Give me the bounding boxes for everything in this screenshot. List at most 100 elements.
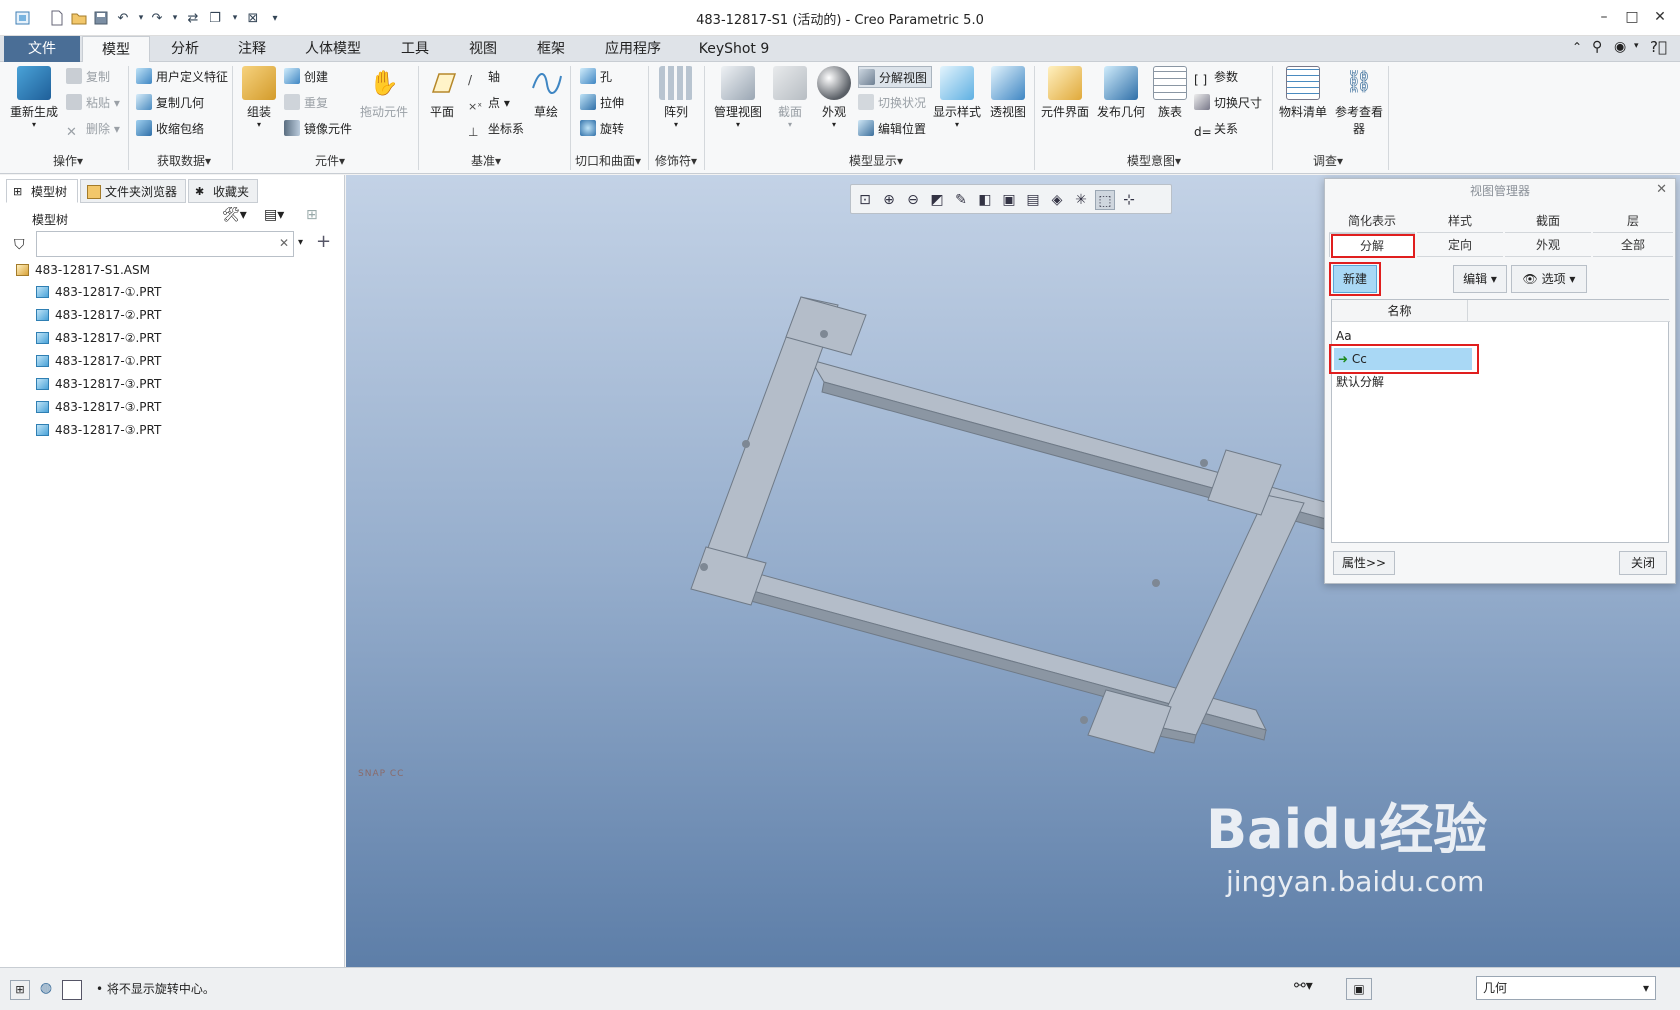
tree-item-part[interactable]: 483-12817-③.PRT	[36, 396, 161, 418]
tree-display-icon[interactable]: ▤▾	[264, 207, 284, 223]
tree-item-assembly[interactable]: 483-12817-S1.ASM	[16, 259, 150, 281]
help-icon[interactable]: ?⃝	[1650, 38, 1667, 56]
tab-style[interactable]: 样式	[1417, 209, 1503, 233]
zoom-in-icon[interactable]: ⊕	[879, 190, 899, 210]
section-button[interactable]: 截面 ▾	[770, 66, 810, 129]
copy-geometry-button[interactable]: 复制几何	[136, 92, 204, 114]
tab-manikin[interactable]: 人体模型	[286, 36, 380, 62]
community-dropdown-icon[interactable]: ▾	[1634, 41, 1639, 51]
group-model-display-label[interactable]: 模型显示▾	[836, 152, 916, 169]
revolve-button[interactable]: 旋转	[580, 118, 624, 140]
list-item-active[interactable]: ➜ Cc	[1334, 348, 1472, 370]
add-filter-icon[interactable]: +	[316, 231, 331, 252]
shrinkwrap-button[interactable]: 收缩包络	[136, 118, 204, 140]
tab-layers[interactable]: 层	[1593, 209, 1673, 233]
spin-icon[interactable]: ✎	[951, 190, 971, 210]
tab-applications[interactable]: 应用程序	[586, 36, 680, 62]
list-item[interactable]: Aa	[1336, 326, 1352, 346]
toggle-navigator-icon[interactable]: ⊞	[10, 980, 30, 1000]
close-button[interactable]: ✕	[1646, 6, 1674, 28]
plane-button[interactable]: 平面	[422, 66, 462, 120]
tree-search-input[interactable]: ✕	[36, 231, 294, 257]
tab-keyshot[interactable]: KeyShot 9	[682, 36, 786, 62]
options-button[interactable]: 👁 选项 ▾	[1511, 265, 1587, 293]
datum-display-icon[interactable]: ✳	[1071, 190, 1091, 210]
tab-appearance[interactable]: 外观	[1505, 233, 1591, 257]
tab-analysis[interactable]: 分析	[152, 36, 218, 62]
relations-button[interactable]: d= 关系	[1194, 118, 1238, 140]
collapse-ribbon-icon[interactable]: ⌃	[1572, 40, 1582, 54]
csys-button[interactable]: ⊥ 坐标系	[468, 118, 524, 140]
saved-orientations-icon[interactable]: ▣	[999, 190, 1019, 210]
find-icon[interactable]: ⚯▾	[1294, 978, 1313, 994]
community-icon[interactable]: ◉	[1614, 39, 1626, 55]
close-dialog-button[interactable]: 关闭	[1619, 551, 1667, 575]
drag-components-button[interactable]: ✋ 拖动元件	[356, 66, 412, 120]
switch-dimensions-button[interactable]: 切换尺寸	[1194, 92, 1262, 114]
group-cuts-label[interactable]: 切口和曲面▾	[570, 152, 646, 169]
tab-simplified-rep[interactable]: 简化表示	[1329, 209, 1415, 233]
group-datum-label[interactable]: 基准▾	[458, 152, 514, 169]
maximize-button[interactable]: □	[1618, 6, 1646, 28]
tab-tools[interactable]: 工具	[382, 36, 448, 62]
tab-model-tree[interactable]: ⊞ 模型树	[6, 179, 78, 203]
explode-view-button[interactable]: 分解视图	[858, 66, 933, 88]
assemble-button[interactable]: 组装 ▾	[238, 66, 280, 129]
display-style-icon[interactable]: ◧	[975, 190, 995, 210]
group-investigate-label[interactable]: 调查▾	[1300, 152, 1356, 169]
list-item[interactable]: 默认分解	[1336, 372, 1384, 392]
regenerate-button[interactable]: 重新生成 ▾	[8, 66, 60, 129]
tree-item-part[interactable]: 483-12817-③.PRT	[36, 419, 161, 441]
repeat-button[interactable]: 重复	[284, 92, 328, 114]
tab-explode[interactable]: 分解	[1329, 233, 1415, 257]
refit-icon[interactable]: ⊡	[855, 190, 875, 210]
zoom-out-icon[interactable]: ⊖	[903, 190, 923, 210]
tab-view[interactable]: 视图	[450, 36, 516, 62]
copy-button[interactable]: 复制	[66, 66, 110, 88]
hole-button[interactable]: 孔	[580, 66, 612, 88]
filter-icon[interactable]: ⛉	[14, 237, 25, 253]
toggle-status-button[interactable]: 切换状况	[858, 92, 926, 114]
group-component-label[interactable]: 元件▾	[300, 152, 360, 169]
tab-annotate[interactable]: 注释	[220, 36, 284, 62]
group-model-intent-label[interactable]: 模型意图▾	[1114, 152, 1194, 169]
sketch-button[interactable]: 草绘	[526, 66, 566, 120]
fullscreen-icon[interactable]	[62, 980, 82, 1000]
tree-settings-icon[interactable]: 🛠▾	[222, 207, 247, 223]
create-component-button[interactable]: 创建	[284, 66, 328, 88]
tab-folder-browser[interactable]: 文件夹浏览器	[80, 179, 186, 203]
display-style-button[interactable]: 显示样式 ▾	[932, 66, 982, 129]
search-options-icon[interactable]: ▾	[298, 237, 303, 248]
tree-item-part[interactable]: 483-12817-①.PRT	[36, 350, 161, 372]
tree-item-part[interactable]: 483-12817-②.PRT	[36, 304, 161, 326]
perspective-button[interactable]: 透视图	[986, 66, 1030, 120]
tab-all[interactable]: 全部	[1593, 233, 1673, 257]
column-name-header[interactable]: 名称	[1332, 300, 1468, 322]
selection-filter-select[interactable]: 几何 ▾	[1476, 976, 1656, 1000]
view-manager-icon[interactable]: ▤	[1023, 190, 1043, 210]
tree-item-part[interactable]: 483-12817-②.PRT	[36, 327, 161, 349]
dialog-close-icon[interactable]: ✕	[1656, 182, 1667, 197]
browser-icon[interactable]: ◍	[36, 980, 56, 1000]
tab-favorites[interactable]: ✱ 收藏夹	[188, 179, 258, 203]
group-modifiers-label[interactable]: 修饰符▾	[650, 152, 702, 169]
new-button[interactable]: 新建	[1333, 265, 1377, 293]
pattern-button[interactable]: 阵列 ▾	[654, 66, 698, 129]
minimize-button[interactable]: –	[1590, 6, 1618, 28]
delete-button[interactable]: ✕ 删除 ▾	[66, 118, 120, 140]
bom-button[interactable]: 物料清单	[1276, 66, 1330, 120]
tree-item-part[interactable]: 483-12817-①.PRT	[36, 281, 161, 303]
group-get-data-label[interactable]: 获取数据▾	[142, 152, 226, 169]
tab-section[interactable]: 截面	[1505, 209, 1591, 233]
annotation-display-icon[interactable]: ⬚	[1095, 190, 1115, 210]
clear-search-icon[interactable]: ✕	[279, 236, 289, 250]
tab-file[interactable]: 文件	[4, 36, 80, 62]
tree-item-part[interactable]: 483-12817-③.PRT	[36, 373, 161, 395]
repaint-icon[interactable]: ◩	[927, 190, 947, 210]
point-button[interactable]: ×ˣ 点 ▾	[468, 92, 510, 114]
tab-model[interactable]: 模型	[82, 36, 150, 63]
family-table-button[interactable]: 族表	[1150, 66, 1190, 120]
publish-geometry-button[interactable]: 发布几何	[1094, 66, 1148, 120]
group-operations-label[interactable]: 操作▾	[40, 152, 96, 169]
component-interface-button[interactable]: 元件界面	[1038, 66, 1092, 120]
